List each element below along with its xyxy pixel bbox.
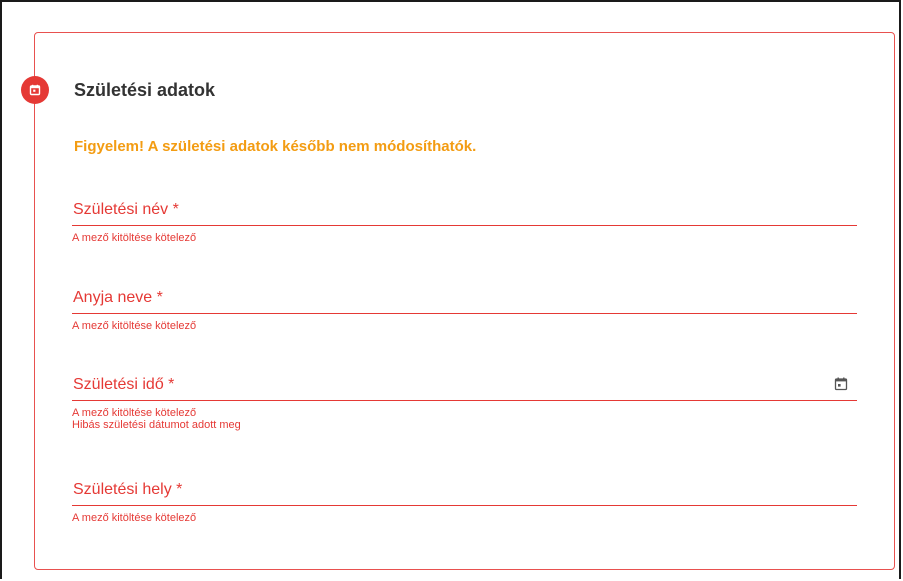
birth-date-underline (72, 400, 857, 401)
birth-name-error: A mező kitöltése kötelező (72, 232, 197, 244)
mother-name-underline (72, 313, 857, 314)
birth-name-underline (72, 225, 857, 226)
birth-date-label[interactable]: Születési idő * (72, 374, 857, 396)
date-picker-button[interactable] (833, 376, 849, 392)
calendar-icon (29, 84, 41, 96)
birth-place-label[interactable]: Születési hely * (72, 479, 857, 501)
mother-name-error: A mező kitöltése kötelező (72, 320, 197, 332)
birth-place-error: A mező kitöltése kötelező (72, 512, 197, 524)
warning-message: Figyelem! A születési adatok később nem … (74, 138, 477, 155)
step-indicator (21, 76, 49, 104)
birth-date-error-required: A mező kitöltése kötelező (72, 407, 197, 419)
mother-name-label[interactable]: Anyja neve * (72, 287, 857, 309)
birth-date-field[interactable]: Születési idő * A mező kitöltése kötelez… (72, 374, 857, 431)
mother-name-field[interactable]: Anyja neve * A mező kitöltése kötelező (72, 287, 857, 332)
calendar-icon[interactable] (833, 376, 849, 392)
birth-name-field[interactable]: Születési név * A mező kitöltése kötelez… (72, 199, 857, 244)
birth-place-underline (72, 505, 857, 506)
birth-place-field[interactable]: Születési hely * A mező kitöltése kötele… (72, 479, 857, 524)
birth-date-error-invalid: Hibás születési dátumot adott meg (72, 419, 241, 431)
section-title: Születési adatok (74, 80, 216, 100)
birth-name-label[interactable]: Születési név * (72, 199, 857, 221)
